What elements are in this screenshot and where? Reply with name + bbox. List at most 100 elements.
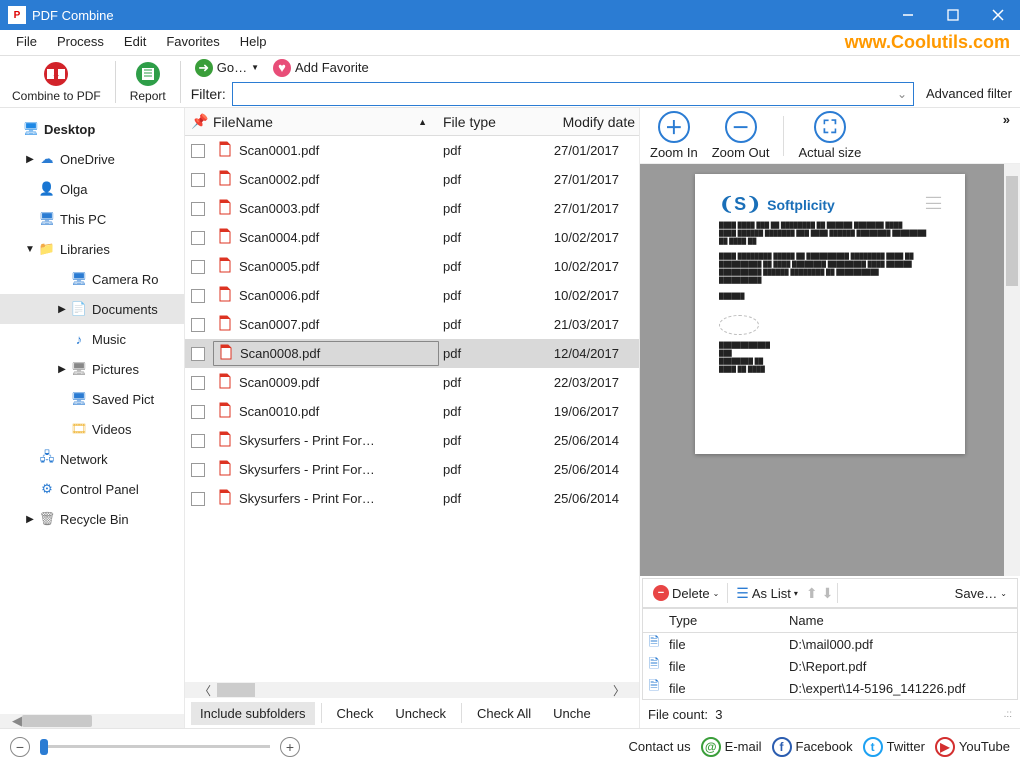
col-filename[interactable]: FileName▲ (209, 114, 439, 130)
expand-icon[interactable]: ▶ (56, 304, 68, 315)
report-button[interactable]: Report (126, 58, 170, 105)
save-button[interactable]: Save… ⌄ (951, 585, 1011, 602)
tree-item[interactable]: ▶📄Documents (0, 294, 184, 324)
check-all-button[interactable]: Check All (468, 702, 540, 725)
filter-input-wrap[interactable]: ⌄ (232, 82, 914, 106)
zoom-out-button[interactable]: － Zoom Out (712, 111, 770, 160)
file-row[interactable]: Scan0003.pdfpdf27/01/2017 (185, 194, 639, 223)
checkbox[interactable] (191, 202, 205, 216)
close-button[interactable] (975, 0, 1020, 30)
checkbox[interactable] (191, 492, 205, 506)
tree-item[interactable]: 🖥This PC (0, 204, 184, 234)
go-button[interactable]: ➜ Go… ▼ (191, 58, 263, 78)
col-filetype[interactable]: File type (439, 114, 524, 130)
menu-help[interactable]: Help (230, 30, 277, 55)
checkbox[interactable] (191, 347, 205, 361)
checkbox[interactable] (191, 289, 205, 303)
tree-item[interactable]: ▶🖥Pictures (0, 354, 184, 384)
file-row[interactable]: Scan0002.pdfpdf27/01/2017 (185, 165, 639, 194)
facebook-link[interactable]: fFacebook (772, 737, 853, 757)
tree-item[interactable]: ▼📁Libraries (0, 234, 184, 264)
maximize-button[interactable] (930, 0, 975, 30)
zoom-track[interactable] (40, 745, 270, 748)
as-list-button[interactable]: ☰ As List▾ (732, 584, 802, 603)
scrollbar-thumb[interactable] (217, 683, 255, 697)
tree-item[interactable]: 👤Olga (0, 174, 184, 204)
file-row[interactable]: Skysurfers - Print For…pdf25/06/2014 (185, 484, 639, 513)
tree-item[interactable]: 🎞Videos (0, 414, 184, 444)
file-row[interactable]: Scan0008.pdfpdf12/04/2017 (185, 339, 639, 368)
tree-hscroll[interactable]: ◀ (0, 714, 184, 728)
add-favorite-button[interactable]: ♥ Add Favorite (269, 58, 373, 78)
file-row[interactable]: Scan0009.pdfpdf22/03/2017 (185, 368, 639, 397)
youtube-link[interactable]: ▶YouTube (935, 737, 1010, 757)
advanced-filter-link[interactable]: Advanced filter (920, 86, 1012, 101)
expand-icon[interactable]: ▶ (24, 514, 36, 525)
preview-vscroll[interactable] (1004, 164, 1020, 576)
tree-item[interactable]: 🖥Saved Pict (0, 384, 184, 414)
move-up-button[interactable]: ⬆ (806, 585, 818, 602)
uncheck-all-button[interactable]: Unche (544, 702, 600, 725)
checkbox[interactable] (191, 463, 205, 477)
tree-item[interactable]: 🖥Desktop (0, 114, 184, 144)
checkbox[interactable] (191, 231, 205, 245)
checkbox[interactable] (191, 376, 205, 390)
pin-icon[interactable]: 📌 (191, 113, 209, 130)
queue-row[interactable]: 🗎fileD:\Report.pdf (643, 655, 1017, 677)
zoom-in-button[interactable]: ＋ Zoom In (650, 111, 698, 160)
checkbox[interactable] (191, 173, 205, 187)
scrollbar-thumb[interactable] (1006, 176, 1018, 286)
file-row[interactable]: Skysurfers - Print For…pdf25/06/2014 (185, 426, 639, 455)
email-link[interactable]: @E-mail (701, 737, 762, 757)
checkbox[interactable] (191, 318, 205, 332)
chevron-down-icon[interactable]: ⌄ (897, 87, 907, 101)
check-button[interactable]: Check (328, 702, 383, 725)
filter-input[interactable] (233, 86, 897, 101)
file-row[interactable]: Scan0010.pdfpdf19/06/2017 (185, 397, 639, 426)
file-hscroll[interactable]: 〈〉 (185, 682, 639, 698)
tree-item[interactable]: ⚙Control Panel (0, 474, 184, 504)
tree-item[interactable]: 🖥Camera Ro (0, 264, 184, 294)
resize-grip[interactable]: .:: (1004, 709, 1012, 720)
file-row[interactable]: Scan0004.pdfpdf10/02/2017 (185, 223, 639, 252)
menu-file[interactable]: File (6, 30, 47, 55)
twitter-link[interactable]: tTwitter (863, 737, 925, 757)
delete-button[interactable]: − Delete ⌄ (649, 584, 723, 602)
queue-col-type[interactable]: Type (665, 613, 785, 628)
pdf-preview[interactable]: ❨S❩ Softplicity ━━━━━━━━━━━━━━━ ████ ███… (640, 164, 1020, 576)
zoom-slider-out[interactable]: − (10, 737, 30, 757)
scrollbar-thumb[interactable] (22, 715, 92, 727)
combine-button[interactable]: → Combine to PDF (8, 58, 105, 105)
col-modifydate[interactable]: Modify date (524, 114, 639, 130)
file-row[interactable]: Scan0006.pdfpdf10/02/2017 (185, 281, 639, 310)
file-row[interactable]: Skysurfers - Print For…pdf25/06/2014 (185, 455, 639, 484)
expand-icon[interactable]: ▶ (24, 154, 36, 165)
expand-icon[interactable]: ▼ (24, 244, 36, 255)
include-subfolders-button[interactable]: Include subfolders (191, 702, 315, 725)
overflow-button[interactable]: » (1003, 112, 1010, 127)
checkbox[interactable] (191, 144, 205, 158)
menu-favorites[interactable]: Favorites (156, 30, 229, 55)
zoom-slider-in[interactable]: + (280, 737, 300, 757)
checkbox[interactable] (191, 405, 205, 419)
move-down-button[interactable]: ⬇ (822, 585, 834, 602)
brand-url[interactable]: www.Coolutils.com (845, 32, 1010, 53)
file-row[interactable]: Scan0007.pdfpdf21/03/2017 (185, 310, 639, 339)
queue-row[interactable]: 🗎fileD:\expert\14-5196_141226.pdf (643, 677, 1017, 699)
expand-icon[interactable]: ▶ (56, 364, 68, 375)
menu-process[interactable]: Process (47, 30, 114, 55)
file-row[interactable]: Scan0001.pdfpdf27/01/2017 (185, 136, 639, 165)
tree-item[interactable]: 🖧Network (0, 444, 184, 474)
actual-size-button[interactable]: ⛶ Actual size (798, 111, 861, 160)
checkbox[interactable] (191, 434, 205, 448)
queue-col-name[interactable]: Name (785, 613, 1017, 628)
uncheck-button[interactable]: Uncheck (386, 702, 455, 725)
checkbox[interactable] (191, 260, 205, 274)
tree-item[interactable]: ♪Music (0, 324, 184, 354)
tree-item[interactable]: ▶☁OneDrive (0, 144, 184, 174)
zoom-thumb[interactable] (40, 739, 48, 755)
file-row[interactable]: Scan0005.pdfpdf10/02/2017 (185, 252, 639, 281)
tree-item[interactable]: ▶🗑Recycle Bin (0, 504, 184, 534)
queue-row[interactable]: 🗎fileD:\mail000.pdf (643, 633, 1017, 655)
menu-edit[interactable]: Edit (114, 30, 156, 55)
